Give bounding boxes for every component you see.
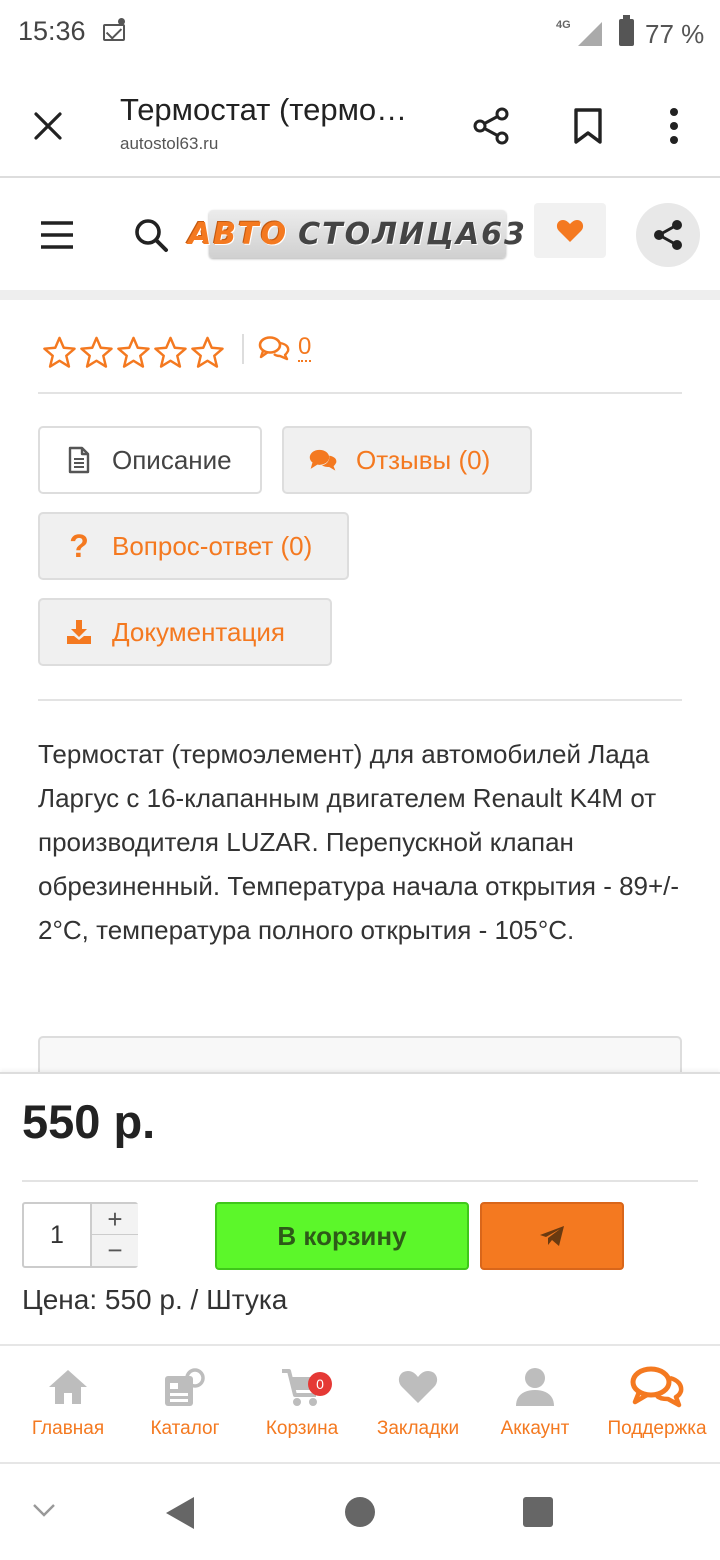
nav-item-account[interactable]: Аккаунт [485, 1346, 585, 1464]
share-icon [473, 107, 509, 145]
system-navigation [0, 1466, 720, 1560]
cart-count-badge: 0 [308, 1372, 332, 1396]
search-icon [135, 219, 168, 252]
question-icon: ? [69, 527, 89, 564]
share-icon [654, 220, 682, 250]
more-vert-icon [670, 108, 678, 144]
logo-part-1: АВТО [188, 216, 289, 252]
divider [22, 1180, 698, 1182]
document-icon [68, 446, 90, 474]
unit-price: Цена: 550 р. / Штука [22, 1284, 288, 1315]
tab-reviews-label: Отзывы (0) [356, 444, 491, 475]
site-header: АВТО СТОЛИЦА63 [0, 180, 720, 290]
nav-item-cart[interactable]: 0 Корзина [252, 1346, 352, 1464]
signal-icon [578, 22, 602, 46]
close-icon [34, 112, 62, 140]
product-price: 550 р. [22, 1095, 156, 1148]
back-icon[interactable] [164, 1495, 196, 1531]
chevron-down-icon[interactable] [32, 1502, 56, 1518]
nav-item-support[interactable]: Поддержка [598, 1346, 716, 1464]
tab-qa-label: Вопрос-ответ (0) [112, 530, 313, 561]
status-bar: 15:36 4G 77 % [0, 0, 720, 68]
header-divider [0, 290, 720, 300]
notification-dot-icon [118, 18, 125, 25]
tab-description[interactable]: Описание [38, 426, 262, 494]
add-to-cart-label: В корзину [277, 1220, 407, 1251]
page-title: Термостат (термо… [120, 92, 408, 127]
rating-divider [242, 334, 244, 364]
home-icon [49, 1370, 87, 1404]
tab-reviews[interactable]: Отзывы (0) [282, 426, 532, 494]
recents-icon[interactable] [522, 1496, 554, 1528]
add-to-cart-button[interactable]: В корзину [215, 1202, 469, 1270]
search-button[interactable] [124, 208, 178, 262]
comments-count: 0 [298, 333, 312, 362]
download-icon [67, 620, 91, 644]
tab-docs[interactable]: Документация [38, 598, 332, 666]
bookmark-icon [574, 108, 602, 144]
page-domain: autostol63.ru [120, 134, 219, 153]
star-outline-icon[interactable] [190, 336, 225, 368]
share-button[interactable] [464, 98, 520, 154]
divider [38, 392, 682, 394]
status-time: 15:36 [18, 16, 86, 46]
catalog-icon [165, 1368, 205, 1406]
bottom-navigation: Главная Каталог 0 Корзина Закладки Аккау… [0, 1344, 720, 1464]
heart-icon [398, 1371, 438, 1403]
quantity-stepper: 1 + − [22, 1202, 138, 1268]
mail-icon [103, 24, 125, 41]
favorites-button[interactable] [534, 203, 606, 258]
battery-icon [619, 15, 634, 46]
nav-item-catalog[interactable]: Каталог [135, 1346, 235, 1464]
info-box [38, 1036, 682, 1072]
star-outline-icon[interactable] [42, 336, 77, 368]
bookmark-button[interactable] [560, 98, 616, 154]
heart-icon [556, 219, 584, 242]
nav-item-bookmarks[interactable]: Закладки [368, 1346, 468, 1464]
nav-item-home[interactable]: Главная [18, 1346, 118, 1464]
buy-panel: 550 р. 1 + − В корзину Цена: 550 р. / Шт… [0, 1072, 720, 1344]
rating-stars[interactable] [42, 336, 225, 368]
browser-toolbar: Термостат (термо… autostol63.ru [0, 68, 720, 178]
logo-part-2: СТОЛИЦА63 [298, 216, 527, 252]
hamburger-icon [41, 221, 73, 249]
product-description: Термостат (термоэлемент) для автомобилей… [38, 739, 680, 945]
tab-docs-label: Документация [112, 616, 285, 647]
site-share-button[interactable] [636, 203, 700, 267]
nav-label-account: Аккаунт [500, 1418, 570, 1439]
network-type: 4G [556, 19, 571, 31]
nav-label-catalog: Каталог [150, 1418, 220, 1439]
quantity-decrease-button[interactable]: − [92, 1235, 138, 1266]
star-outline-icon[interactable] [116, 336, 151, 368]
divider [38, 699, 682, 701]
star-outline-icon[interactable] [153, 336, 188, 368]
send-request-button[interactable] [480, 1202, 624, 1270]
nav-label-cart: Корзина [265, 1418, 339, 1439]
nav-label-support: Поддержка [607, 1418, 707, 1439]
close-button[interactable] [20, 98, 76, 154]
nav-label-home: Главная [31, 1418, 105, 1439]
site-logo[interactable]: АВТО СТОЛИЦА63 [188, 210, 525, 258]
quantity-input[interactable]: 1 [24, 1204, 92, 1266]
menu-button[interactable] [30, 208, 84, 262]
tab-description-label: Описание [112, 444, 232, 475]
paper-plane-icon [540, 1226, 564, 1246]
comments-icon [258, 336, 290, 361]
tab-qa[interactable]: ? Вопрос-ответ (0) [38, 512, 349, 580]
comments-link[interactable]: 0 [258, 333, 312, 362]
product-content: 0 Описание Отзывы (0) ? Вопрос-ответ (0)… [0, 300, 720, 1072]
user-icon [516, 1368, 554, 1406]
nav-label-bookmarks: Закладки [376, 1418, 460, 1439]
support-chat-icon [630, 1366, 684, 1408]
comments-icon [309, 449, 337, 471]
star-outline-icon[interactable] [79, 336, 114, 368]
home-circle-icon[interactable] [344, 1496, 376, 1528]
quantity-increase-button[interactable]: + [92, 1204, 138, 1235]
battery-percent: 77 % [645, 19, 705, 49]
more-menu-button[interactable] [646, 98, 702, 154]
